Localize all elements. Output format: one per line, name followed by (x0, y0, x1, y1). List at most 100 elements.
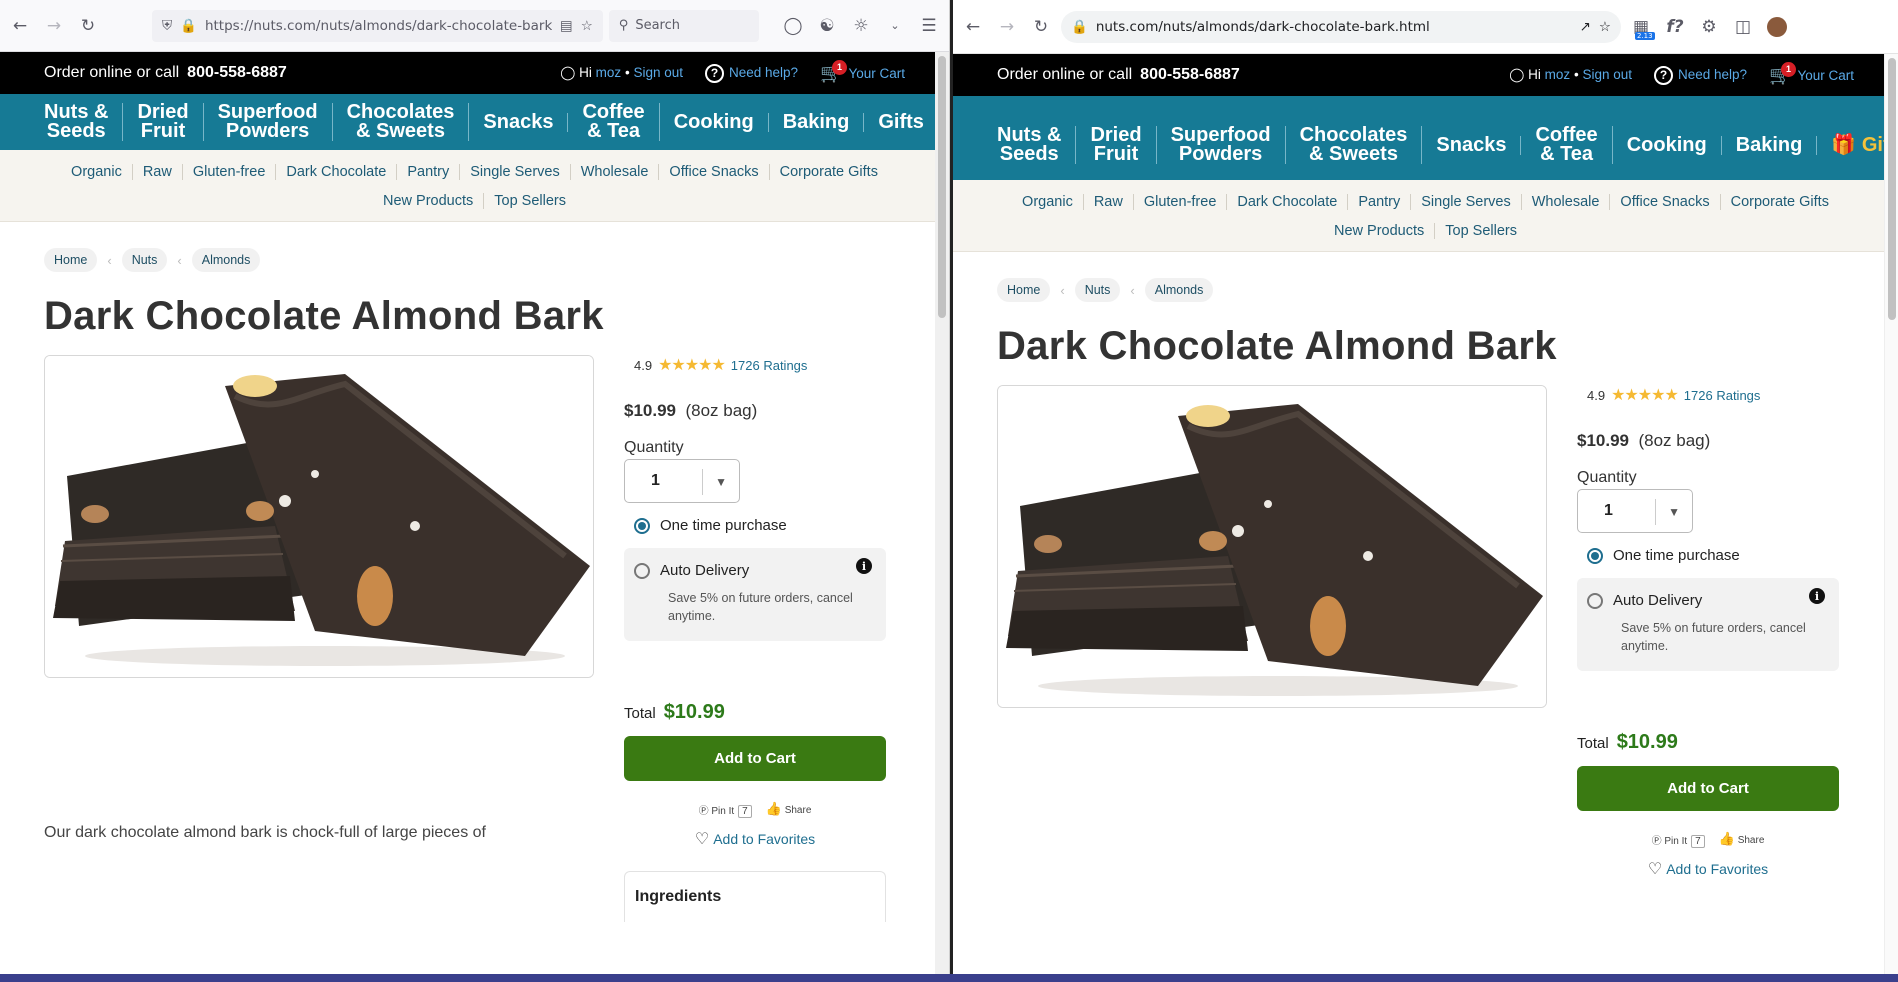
url-bar[interactable]: ⛨ 🔒 https://nuts.com/nuts/almonds/dark-c… (152, 9, 603, 42)
sub-nav-link[interactable]: Gluten-free (183, 164, 277, 180)
sub-nav-link[interactable]: Office Snacks (1610, 194, 1721, 210)
extension-icon[interactable]: ☯ (813, 12, 841, 40)
info-icon[interactable]: i (856, 558, 872, 574)
sub-nav-link[interactable]: Pantry (397, 164, 461, 180)
scrollbar-thumb[interactable] (938, 56, 946, 318)
add-to-favorites-link[interactable]: ♡ Add to Favorites (624, 829, 886, 849)
product-image[interactable] (44, 355, 594, 678)
url-text[interactable]: nuts.com/nuts/almonds/dark-chocolate-bar… (1096, 19, 1572, 35)
scrollbar[interactable] (1884, 54, 1898, 982)
category-coffee-tea[interactable]: Coffee & Tea (1521, 125, 1613, 164)
add-to-cart-button[interactable]: Add to Cart (624, 736, 886, 781)
auto-delivery-option[interactable]: Auto Delivery (634, 562, 876, 579)
sub-nav-link[interactable]: Office Snacks (659, 164, 770, 180)
profile-icon[interactable]: ☼ (847, 12, 875, 40)
side-panel-icon[interactable]: ◫ (1729, 13, 1757, 41)
share-icon[interactable]: ↗ (1580, 19, 1591, 35)
sub-nav-link[interactable]: Gluten-free (1134, 194, 1228, 210)
ingredients-heading[interactable]: Ingredients (624, 871, 886, 922)
scrollbar[interactable] (935, 52, 949, 982)
sub-nav-link[interactable]: Dark Chocolate (276, 164, 398, 180)
phone-number[interactable]: 800-558-6887 (1140, 66, 1240, 84)
sub-nav-link[interactable]: New Products (1324, 223, 1436, 239)
username-link[interactable]: moz (1545, 67, 1571, 82)
url-text[interactable]: https://nuts.com/nuts/almonds/dark-choco… (205, 18, 552, 34)
add-to-cart-button[interactable]: Add to Cart (1577, 766, 1839, 811)
category-cooking[interactable]: Cooking (1613, 135, 1722, 155)
sub-nav-link[interactable]: Corporate Gifts (770, 164, 888, 180)
category-dried-fruit[interactable]: Dried Fruit (123, 102, 204, 141)
add-to-favorites-link[interactable]: ♡ Add to Favorites (1577, 859, 1839, 879)
sub-nav-link[interactable]: Raw (1084, 194, 1134, 210)
category-chocolates-sweets[interactable]: Chocolates & Sweets (333, 102, 470, 141)
back-icon[interactable]: ← (959, 13, 987, 41)
search-field[interactable]: ⚲ Search (608, 9, 759, 42)
pocket-icon[interactable]: ◯ (779, 12, 807, 40)
username-link[interactable]: moz (596, 65, 622, 80)
cart-link[interactable]: 🛒 1 Your Cart (1769, 61, 1854, 86)
reload-icon[interactable]: ↻ (74, 12, 102, 40)
reader-view-icon[interactable]: ▤ (560, 18, 573, 34)
forward-icon[interactable]: → (40, 12, 68, 40)
one-time-purchase-option[interactable]: One time purchase (1577, 547, 1839, 564)
formula-extension-icon[interactable]: f? (1661, 13, 1689, 41)
bookmark-star-icon[interactable]: ☆ (581, 18, 593, 34)
sign-out-link[interactable]: Sign out (1582, 67, 1632, 82)
sub-nav-link[interactable]: Pantry (1348, 194, 1412, 210)
sign-out-link[interactable]: Sign out (633, 65, 683, 80)
auto-delivery-radio[interactable] (1587, 592, 1603, 609)
one-time-radio[interactable] (1587, 547, 1603, 564)
sub-nav-link[interactable]: Raw (133, 164, 183, 180)
scrollbar-thumb[interactable] (1888, 58, 1896, 320)
url-bar[interactable]: 🔒 nuts.com/nuts/almonds/dark-chocolate-b… (1061, 10, 1621, 43)
need-help-link[interactable]: ? Need help? (1653, 65, 1747, 85)
lock-icon[interactable]: 🔒 (180, 18, 197, 34)
back-icon[interactable]: ← (6, 12, 34, 40)
quantity-select[interactable]: 1 ▼ (1577, 489, 1693, 533)
sub-nav-link[interactable]: Single Serves (460, 164, 571, 180)
quantity-select[interactable]: 1 ▼ (624, 459, 740, 503)
sub-nav-link[interactable]: Organic (1012, 194, 1084, 210)
breadcrumb-item[interactable]: Nuts (1074, 278, 1121, 302)
auto-delivery-radio[interactable] (634, 562, 650, 579)
share-button[interactable]: 👍 Share (766, 801, 812, 817)
breadcrumb-item[interactable]: Home (44, 248, 98, 272)
pin-it-button[interactable]: Ⓟ Pin It 7 (699, 802, 752, 818)
category-baking[interactable]: Baking (1722, 135, 1818, 155)
sub-nav-link[interactable]: Wholesale (571, 164, 660, 180)
extension-badge-icon[interactable]: ▦ 2.13 (1627, 13, 1655, 41)
category-dried-fruit[interactable]: Dried Fruit (1076, 125, 1157, 164)
taskbar[interactable] (0, 974, 1898, 982)
sub-nav-link[interactable]: Corporate Gifts (1721, 194, 1839, 210)
breadcrumb-item[interactable]: Nuts (121, 248, 168, 272)
sub-nav-link[interactable]: Organic (61, 164, 133, 180)
category-cooking[interactable]: Cooking (660, 112, 769, 132)
one-time-radio[interactable] (634, 517, 650, 534)
category-chocolates-sweets[interactable]: Chocolates & Sweets (1286, 125, 1423, 164)
sub-nav-link[interactable]: Wholesale (1522, 194, 1611, 210)
share-button[interactable]: 👍 Share (1719, 831, 1765, 847)
category-baking[interactable]: Baking (769, 112, 865, 132)
phone-number[interactable]: 800-558-6887 (187, 64, 287, 82)
cart-link[interactable]: 🛒 1 Your Cart (820, 59, 905, 84)
sub-nav-link[interactable]: Top Sellers (484, 193, 576, 209)
ratings-link[interactable]: 1726 Ratings (731, 358, 808, 373)
ratings-link[interactable]: 1726 Ratings (1684, 388, 1761, 403)
category-gifts[interactable]: Gifts (864, 112, 938, 132)
avatar[interactable] (1763, 13, 1791, 41)
info-icon[interactable]: i (1809, 588, 1825, 604)
auto-delivery-option[interactable]: Auto Delivery (1587, 592, 1829, 609)
lock-icon[interactable]: 🔒 (1071, 19, 1088, 35)
one-time-purchase-option[interactable]: One time purchase (624, 517, 886, 534)
sub-nav-link[interactable]: Dark Chocolate (1227, 194, 1349, 210)
chevron-down-icon[interactable]: ⌄ (881, 12, 909, 40)
product-image[interactable] (997, 385, 1547, 708)
forward-icon[interactable]: → (993, 13, 1021, 41)
breadcrumb-item[interactable]: Almonds (191, 248, 261, 272)
extensions-puzzle-icon[interactable]: ⚙ (1695, 13, 1723, 41)
breadcrumb-item[interactable]: Home (997, 278, 1051, 302)
breadcrumb-item[interactable]: Almonds (1144, 278, 1214, 302)
bookmark-star-icon[interactable]: ☆ (1599, 19, 1611, 35)
sub-nav-link[interactable]: Single Serves (1411, 194, 1522, 210)
shield-icon[interactable]: ⛨ (162, 18, 172, 34)
